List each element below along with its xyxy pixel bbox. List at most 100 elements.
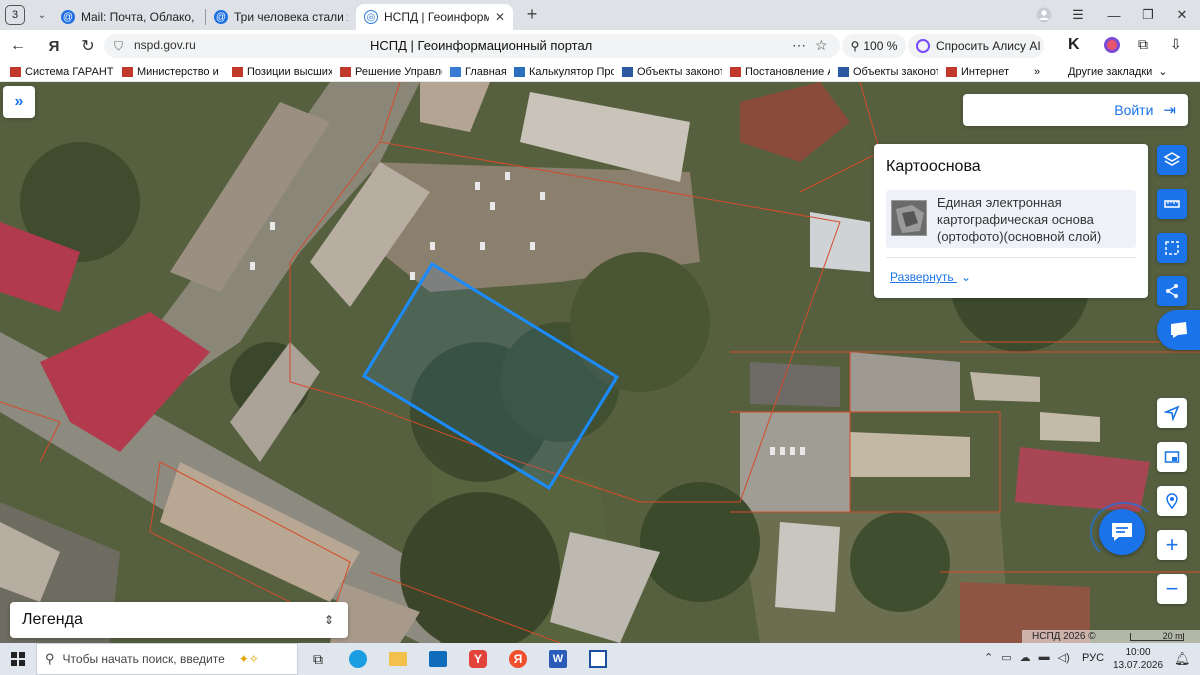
zoom-in-button[interactable]: + (1157, 530, 1187, 560)
new-tab-button[interactable]: + (521, 4, 543, 26)
basemap-layer-name: Единая электронная картографическая осно… (937, 195, 1102, 244)
tab-news[interactable]: @ Три человека стали жерт (206, 4, 356, 30)
close-tab-icon[interactable]: ✕ (495, 10, 505, 24)
bookmark-favicon-icon (340, 66, 351, 77)
measure-button[interactable] (1157, 189, 1187, 219)
minus-icon: − (1165, 576, 1179, 601)
yandex-browser-icon[interactable]: Y (458, 650, 498, 668)
picture-in-picture-icon (1164, 451, 1180, 463)
bookmark-item[interactable]: Решение Управле (340, 66, 442, 78)
extension-k-icon[interactable]: K (1068, 36, 1080, 54)
chat-assistant-button[interactable] (1099, 509, 1145, 555)
bookmark-icon[interactable]: ☆ (815, 37, 828, 54)
network-icon[interactable]: ▭ (1001, 651, 1011, 664)
bookmark-item[interactable]: Объекты законот (622, 66, 722, 78)
volume-icon[interactable]: ◁) (1058, 651, 1070, 664)
ruler-icon (1164, 200, 1180, 208)
downloads-icon[interactable]: ⇩ (1170, 36, 1182, 53)
layer-thumbnail (891, 200, 927, 236)
bookmark-favicon-icon (730, 66, 741, 77)
outlook-icon[interactable] (418, 651, 458, 667)
bookmark-item[interactable]: Объекты законот (838, 66, 938, 78)
tabs-dropdown-icon[interactable]: ⌄ (31, 10, 53, 21)
layers-icon (1163, 152, 1181, 166)
clock[interactable]: 10:00 13.07.2026 (1108, 646, 1168, 672)
back-icon[interactable]: ← (4, 37, 32, 55)
language-indicator[interactable]: РУС (1082, 652, 1104, 664)
tray-chevron-icon[interactable]: ⌃ (984, 651, 993, 664)
login-button[interactable]: Войти ⇥ (963, 94, 1188, 126)
chevron-down-icon: ⌄ (1158, 66, 1168, 78)
url-text: nspd.gov.ru (134, 38, 196, 52)
bookmark-item[interactable]: Постановление А (730, 66, 830, 78)
bookmark-favicon-icon (450, 66, 461, 77)
layers-button[interactable] (1157, 145, 1187, 175)
bookmark-favicon-icon (838, 66, 849, 77)
tab-mail[interactable]: @ Mail: Почта, Облако, Кале (53, 4, 205, 30)
copyright-text: НСПД 2026 © (1032, 631, 1096, 642)
bookmark-item[interactable]: Калькулятор Про (514, 66, 614, 78)
file-explorer-icon[interactable] (378, 652, 418, 666)
bookmark-favicon-icon (946, 66, 957, 77)
bookmark-item[interactable]: Министерство и (122, 66, 224, 78)
other-bookmarks-folder[interactable]: Другие закладки ⌄ (1068, 65, 1168, 79)
legend-toggle[interactable]: Легенда ⇕ (10, 602, 348, 638)
portal-chat-button[interactable] (1157, 310, 1200, 350)
geolocate-button[interactable] (1157, 398, 1187, 428)
notifications-icon[interactable]: 🔔︎ (1174, 651, 1191, 667)
zoom-search-icon: ⚲ (850, 39, 860, 53)
more-icon[interactable]: ⋯ (792, 37, 806, 54)
minimap-button[interactable] (1157, 442, 1187, 472)
page-title: НСПД | Геоинформационный портал (370, 38, 593, 53)
divider (886, 257, 1136, 258)
bookmark-favicon-icon (122, 66, 133, 77)
bookmark-favicon-icon (622, 66, 633, 77)
battery-icon[interactable]: ▬ (1039, 651, 1050, 664)
scale-bar: 20 m (1129, 631, 1184, 641)
edge-icon[interactable] (338, 650, 378, 668)
expand-sidebar-button[interactable]: » (3, 86, 35, 118)
extension-icon[interactable] (1104, 37, 1120, 53)
expand-link[interactable]: Развернуть ⌄ (890, 270, 971, 284)
taskbar-search[interactable]: ⚲ Чтобы начать поиск, введите ✦✧ (36, 643, 298, 675)
profile-icon[interactable] (1032, 0, 1056, 30)
bookmark-item[interactable]: Интернет (946, 66, 1026, 78)
select-area-button[interactable] (1157, 233, 1187, 263)
extensions-icon[interactable]: ⧉ (1138, 36, 1148, 53)
bookmark-item[interactable]: Система ГАРАНТ (10, 66, 114, 78)
expand-collapse-icon: ⇕ (323, 613, 334, 627)
share-icon (1166, 284, 1178, 298)
windows-taskbar: ⚲ Чтобы начать поиск, введите ✦✧ ⧉ Y Я W… (0, 643, 1200, 675)
bookmark-item[interactable]: Главная (450, 66, 506, 78)
bookmark-item[interactable]: Позиции высших (232, 66, 332, 78)
plus-icon: + (1165, 532, 1179, 557)
basemap-layer-item[interactable]: Единая электронная картографическая осно… (886, 190, 1136, 248)
map-canvas[interactable]: » Войти ⇥ Картооснова Единая электронная… (0, 82, 1200, 643)
reload-icon[interactable]: ↻ (74, 36, 102, 56)
word-icon[interactable]: W (538, 650, 578, 668)
menu-icon[interactable]: ☰ (1066, 0, 1090, 30)
locate-me-button[interactable] (1157, 486, 1187, 516)
task-view-icon[interactable]: ⧉ (298, 651, 338, 668)
tab-count-badge[interactable]: 3 (5, 5, 25, 25)
more-bookmarks-button[interactable]: » (1034, 66, 1052, 78)
alice-icon (916, 39, 930, 53)
system-tray: ⌃ ▭ ☁ ▬ ◁) (984, 651, 1070, 664)
zoom-out-button[interactable]: − (1157, 574, 1187, 604)
zoom-control[interactable]: ⚲ 100 % (842, 34, 906, 58)
minimize-icon[interactable]: — (1102, 0, 1126, 30)
search-icon: ⚲ (45, 651, 55, 666)
tab-nspd[interactable]: ◎ НСПД | Геоинформаци ✕ (356, 4, 513, 30)
yandex-logo-icon[interactable]: Я (40, 38, 68, 55)
close-window-icon[interactable]: ✕ (1170, 0, 1194, 30)
app-icon[interactable] (578, 650, 618, 668)
select-area-icon (1165, 241, 1179, 255)
yandex-icon[interactable]: Я (498, 650, 538, 668)
start-button[interactable] (0, 652, 36, 666)
site-info-icon[interactable]: ⛉ (114, 39, 123, 54)
legend-label: Легенда (22, 611, 83, 628)
share-button[interactable] (1157, 276, 1187, 306)
cloud-icon[interactable]: ☁ (1020, 651, 1031, 664)
restore-icon[interactable]: ❐ (1136, 0, 1160, 30)
ask-alice-button[interactable]: Спросить Алису AI (908, 34, 1044, 58)
